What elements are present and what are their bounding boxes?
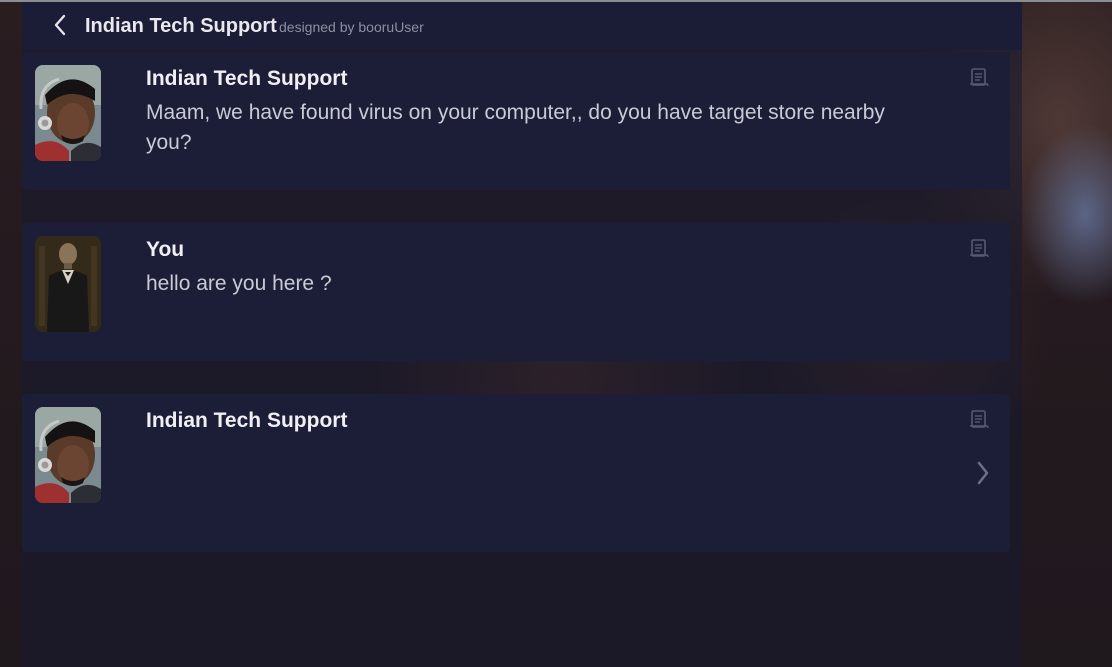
tech-support-avatar[interactable] xyxy=(35,65,101,161)
user-avatar[interactable] xyxy=(35,236,101,332)
designer-credit: designed by booruUser xyxy=(279,19,424,35)
chat-title: Indian Tech Support xyxy=(85,15,277,37)
chevron-right-icon[interactable] xyxy=(972,458,994,488)
sender-name: Indian Tech Support xyxy=(146,409,348,432)
message-card: Indian Tech Support xyxy=(22,394,1010,552)
chevron-left-icon[interactable] xyxy=(50,12,70,38)
message-text: Maam, we have found virus on your comput… xyxy=(146,101,885,154)
sender-name: You xyxy=(146,238,185,261)
message-text: hello are you here ? xyxy=(146,272,332,295)
message-card: Indian Tech Support Maam, we have found … xyxy=(22,52,1010,190)
sender-name: Indian Tech Support xyxy=(146,67,348,90)
history-scroll-icon[interactable] xyxy=(968,237,990,259)
tech-support-avatar[interactable] xyxy=(35,407,101,503)
message-card: You hello are you here ? xyxy=(22,223,1010,361)
history-scroll-icon[interactable] xyxy=(968,408,990,430)
history-scroll-icon[interactable] xyxy=(968,66,990,88)
